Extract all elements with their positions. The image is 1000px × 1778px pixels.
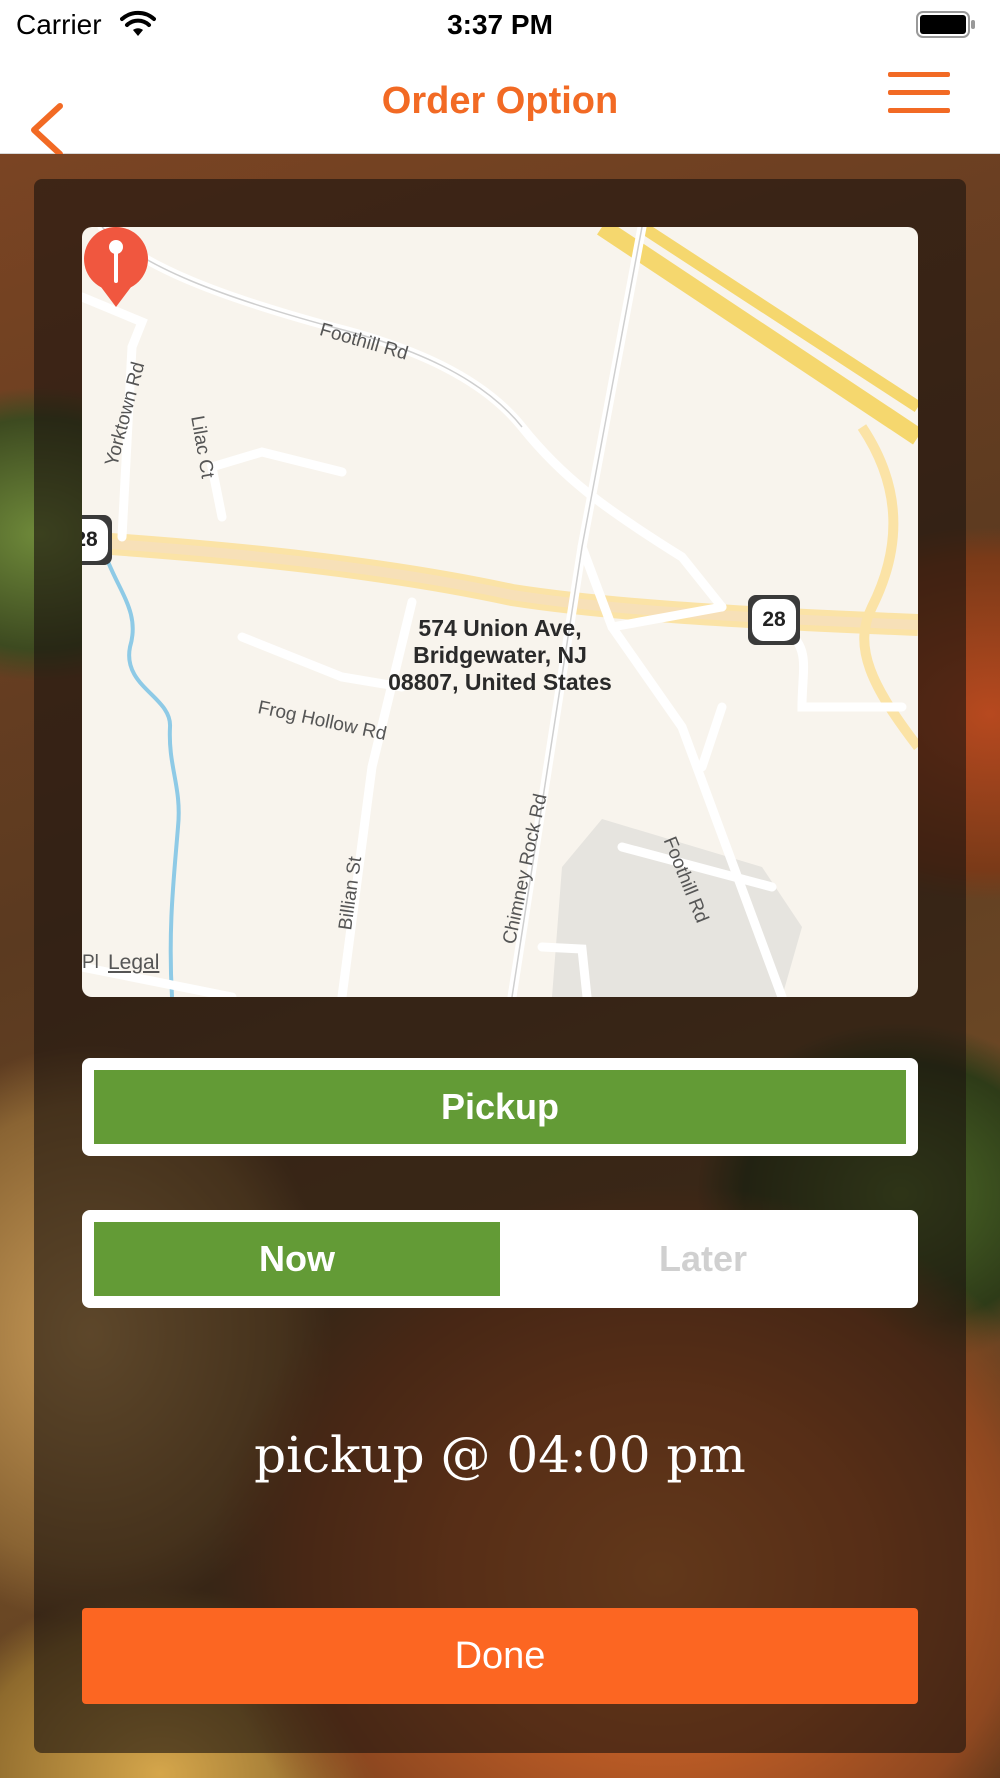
pin-address-label: 574 Union Ave, Bridgewater, NJ 08807, Un… (388, 615, 612, 695)
order-type-selector: Pickup (82, 1058, 918, 1156)
battery-full-icon (916, 11, 975, 38)
later-segment-button[interactable]: Later (500, 1222, 906, 1296)
route-28-shield: 28 (82, 515, 112, 565)
status-time: 3:37 PM (447, 9, 553, 40)
street-label: Pl (82, 952, 99, 973)
hamburger-menu-icon[interactable] (888, 68, 950, 118)
pickup-button[interactable]: Pickup (94, 1070, 906, 1144)
done-button[interactable]: Done (82, 1608, 918, 1704)
now-segment-button[interactable]: Now (94, 1222, 500, 1296)
status-bar: Carrier 3:37 PM (0, 0, 1000, 52)
pickup-time-summary: pickup @ 04:00 pm (254, 1426, 746, 1484)
legal-link[interactable]: Legal (108, 951, 159, 975)
location-map[interactable]: Foothill Rd Yorktown Rd Lilac Ct Frog Ho… (82, 227, 918, 997)
timing-segmented-control: Now Later (82, 1210, 918, 1308)
nav-bar: Order Option (0, 52, 1000, 157)
page-title: Order Option (381, 80, 619, 122)
route-28-shield: 28 (748, 595, 800, 645)
map-pin-icon[interactable] (82, 227, 150, 311)
